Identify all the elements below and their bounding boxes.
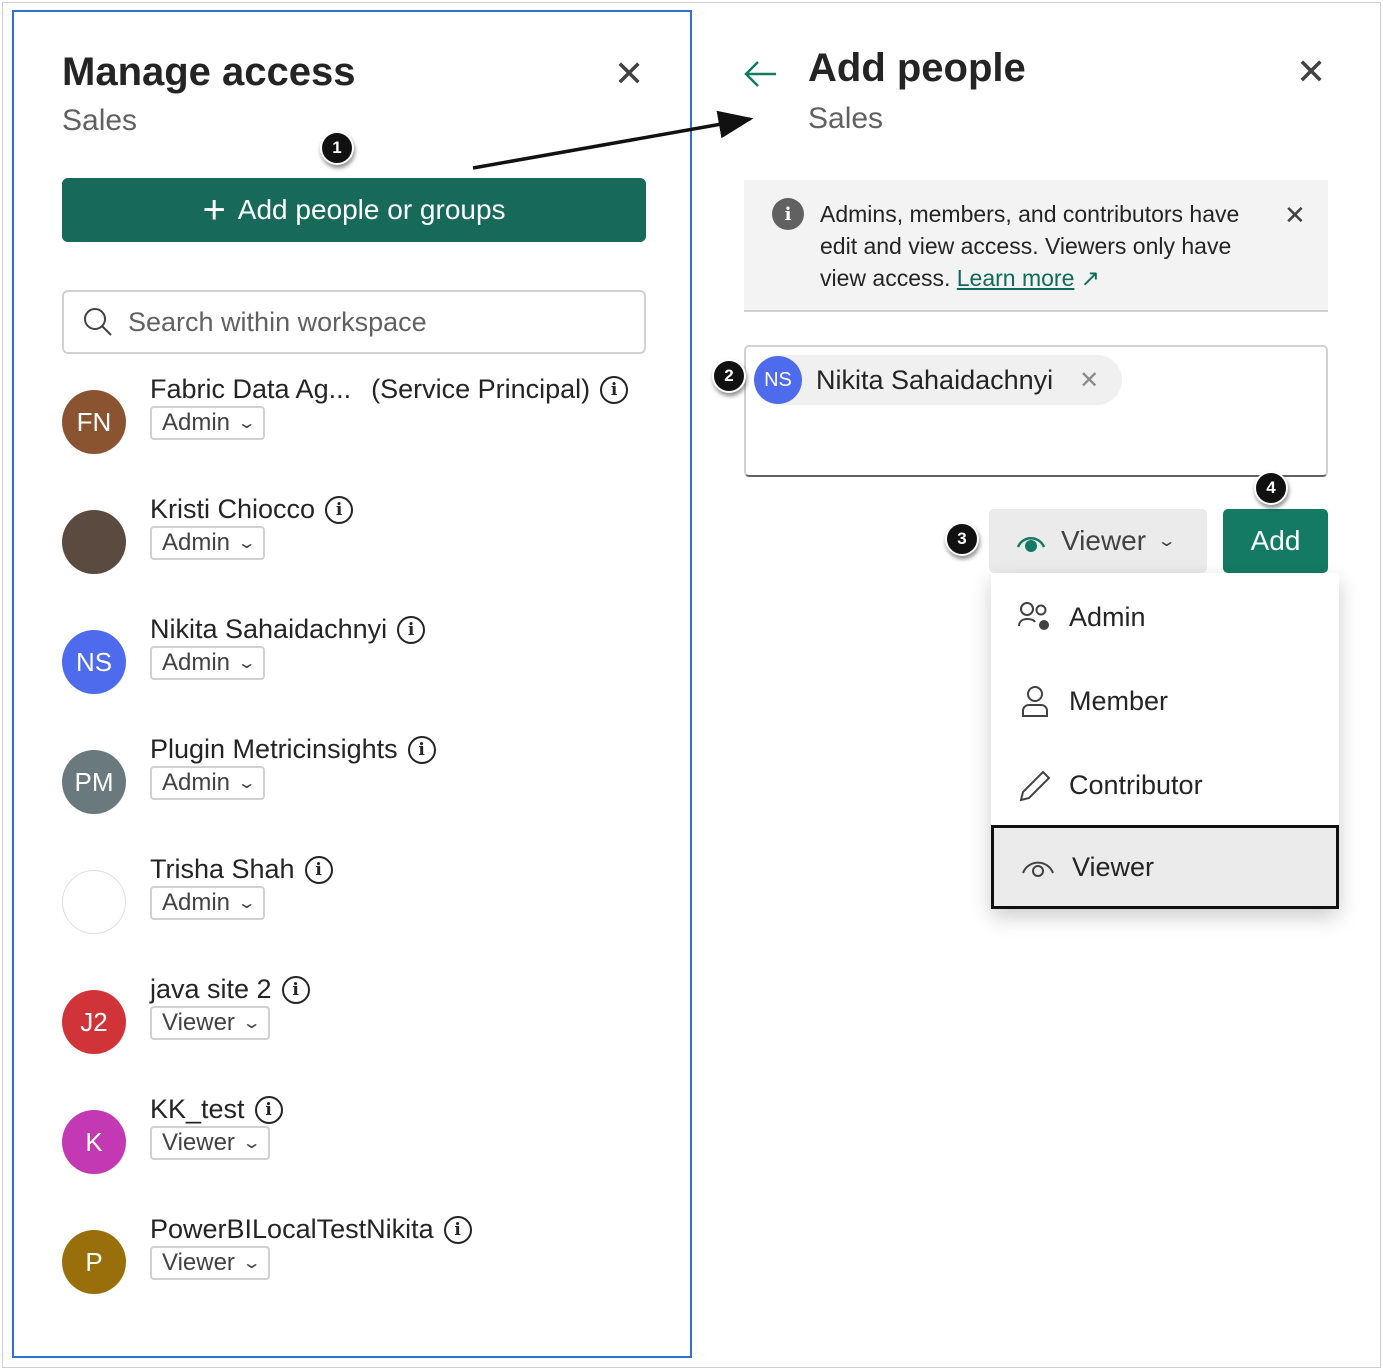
learn-more-link[interactable]: Learn more xyxy=(957,265,1075,291)
info-banner: i Admins, members, and contributors have… xyxy=(744,180,1328,312)
role-menu: Admin Member Contributor Viewer xyxy=(991,573,1339,909)
step-badge-1: 1 xyxy=(320,131,354,165)
add-button[interactable]: Add xyxy=(1223,509,1328,573)
chevron-down-icon: ⌄ xyxy=(1156,533,1177,550)
chip-name: Nikita Sahaidachnyi xyxy=(816,364,1054,395)
menu-item-label: Viewer xyxy=(1072,851,1155,882)
menu-item-label: Member xyxy=(1069,685,1169,716)
menu-item-member[interactable]: Member xyxy=(991,659,1339,743)
close-icon[interactable]: ✕ xyxy=(1296,54,1326,90)
back-arrow-icon[interactable] xyxy=(742,58,778,90)
menu-item-viewer[interactable]: Viewer xyxy=(991,825,1339,909)
step-badge-2: 2 xyxy=(712,359,746,393)
dismiss-banner-icon[interactable]: ✕ xyxy=(1284,202,1306,228)
person-icon xyxy=(1022,686,1048,717)
add-people-subtitle: Sales xyxy=(808,102,884,135)
step-badge-3: 3 xyxy=(945,522,979,556)
step-badge-4: 4 xyxy=(1254,471,1288,505)
menu-item-contributor[interactable]: Contributor xyxy=(991,743,1339,827)
menu-item-label: Admin xyxy=(1069,601,1146,632)
external-link-icon: ↗ xyxy=(1080,265,1101,291)
info-icon: i xyxy=(772,198,804,230)
pencil-icon xyxy=(1019,770,1051,802)
role-selected-label: Viewer xyxy=(1061,525,1147,556)
avatar: NS xyxy=(754,356,802,404)
people-settings-icon xyxy=(1018,602,1049,630)
people-picker-input[interactable]: NS Nikita Sahaidachnyi ✕ xyxy=(744,345,1328,477)
role-dropdown[interactable]: Viewer ⌄ xyxy=(989,509,1207,573)
eye-icon xyxy=(1022,861,1054,877)
menu-item-label: Contributor xyxy=(1069,769,1203,800)
selected-person-chip: NS Nikita Sahaidachnyi ✕ xyxy=(754,355,1122,405)
add-people-title: Add people xyxy=(808,46,1026,90)
remove-chip-icon[interactable]: ✕ xyxy=(1079,366,1099,395)
menu-item-admin[interactable]: Admin xyxy=(991,575,1339,659)
eye-icon xyxy=(1016,537,1046,552)
